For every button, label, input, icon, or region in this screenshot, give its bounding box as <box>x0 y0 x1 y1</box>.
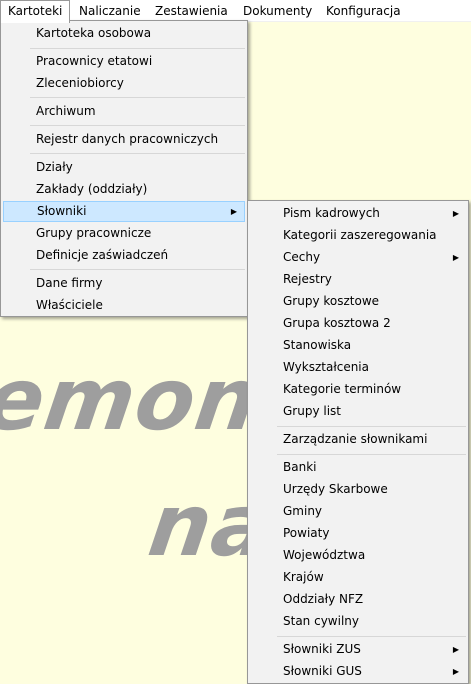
menu-item-rejestr-danych[interactable]: Rejestr danych pracowniczych <box>3 129 245 150</box>
menu-item-pracownicy-etatowi[interactable]: Pracownicy etatowi <box>3 51 245 72</box>
menu-item-definicje-zaswiadczen[interactable]: Definicje zaświadczeń <box>3 245 245 266</box>
menu-separator <box>30 269 245 270</box>
menu-item-pism-kadrowych[interactable]: Pism kadrowych ▶ <box>250 203 466 224</box>
menu-item-oddzialy-nfz[interactable]: Oddziały NFZ <box>250 589 466 610</box>
menu-item-label: Słowniki ZUS <box>283 642 361 656</box>
menu-konfiguracja[interactable]: Konfiguracja <box>319 0 408 22</box>
menu-item-zarzadzanie-slownikami[interactable]: Zarządzanie słownikami <box>250 429 466 450</box>
menu-kartoteki[interactable]: Kartoteki <box>0 0 71 23</box>
menu-separator <box>277 454 466 455</box>
menu-item-kategorie-terminow[interactable]: Kategorie terminów <box>250 379 466 400</box>
menu-item-rejestry[interactable]: Rejestry <box>250 269 466 290</box>
menu-item-cechy[interactable]: Cechy ▶ <box>250 247 466 268</box>
menu-dokumenty[interactable]: Dokumenty <box>236 0 319 22</box>
menu-separator <box>30 97 245 98</box>
menu-item-label: Cechy <box>283 250 321 264</box>
kartoteki-dropdown: Kartoteka osobowa Pracownicy etatowi Zle… <box>0 20 248 317</box>
menu-item-label: Słowniki <box>37 204 87 218</box>
submenu-arrow-icon: ▶ <box>452 253 459 262</box>
menu-separator <box>30 153 245 154</box>
menu-item-dane-firmy[interactable]: Dane firmy <box>3 273 245 294</box>
menu-zestawienia[interactable]: Zestawienia <box>148 0 235 22</box>
menu-item-wojewodztwa[interactable]: Województwa <box>250 545 466 566</box>
menu-item-krajow[interactable]: Krajów <box>250 567 466 588</box>
menu-item-dzialy[interactable]: Działy <box>3 157 245 178</box>
menu-item-grupy-kosztowe[interactable]: Grupy kosztowe <box>250 291 466 312</box>
menu-item-label: Słowniki GUS <box>283 664 362 678</box>
submenu-arrow-icon: ▶ <box>452 209 459 218</box>
menu-item-kategorii-zaszeregowania[interactable]: Kategorii zaszeregowania <box>250 225 466 246</box>
menu-separator <box>277 636 466 637</box>
menu-item-slowniki[interactable]: Słowniki ▶ <box>3 201 245 222</box>
menu-item-zaklady[interactable]: Zakłady (oddziały) <box>3 179 245 200</box>
slowniki-submenu: Pism kadrowych ▶ Kategorii zaszeregowani… <box>247 200 469 684</box>
menu-item-archiwum[interactable]: Archiwum <box>3 101 245 122</box>
menu-item-label: Pism kadrowych <box>283 206 380 220</box>
menu-item-wlasciciele[interactable]: Właściciele <box>3 295 245 316</box>
submenu-arrow-icon: ▶ <box>230 207 237 216</box>
menu-bar: Kartoteki Naliczanie Zestawienia Dokumen… <box>0 0 471 23</box>
menu-item-zleceniobiorcy[interactable]: Zleceniobiorcy <box>3 73 245 94</box>
menu-item-grupy-pracownicze[interactable]: Grupy pracownicze <box>3 223 245 244</box>
menu-item-wyksztalcenia[interactable]: Wykształcenia <box>250 357 466 378</box>
menu-item-banki[interactable]: Banki <box>250 457 466 478</box>
menu-separator <box>30 48 245 49</box>
menu-item-gminy[interactable]: Gminy <box>250 501 466 522</box>
menu-item-urzedy-skarbowe[interactable]: Urzędy Skarbowe <box>250 479 466 500</box>
submenu-arrow-icon: ▶ <box>452 667 459 676</box>
menu-naliczanie[interactable]: Naliczanie <box>72 0 148 22</box>
menu-item-kartoteka-osobowa[interactable]: Kartoteka osobowa <box>3 23 245 44</box>
menu-separator <box>277 426 466 427</box>
menu-item-slowniki-gus[interactable]: Słowniki GUS ▶ <box>250 661 466 682</box>
submenu-arrow-icon: ▶ <box>452 645 459 654</box>
menu-item-stanowiska[interactable]: Stanowiska <box>250 335 466 356</box>
menu-item-stan-cywilny[interactable]: Stan cywilny <box>250 611 466 632</box>
menu-item-grupy-list[interactable]: Grupy list <box>250 401 466 422</box>
menu-separator <box>30 125 245 126</box>
menu-item-grupa-kosztowa-2[interactable]: Grupa kosztowa 2 <box>250 313 466 334</box>
menu-item-powiaty[interactable]: Powiaty <box>250 523 466 544</box>
menu-item-slowniki-zus[interactable]: Słowniki ZUS ▶ <box>250 639 466 660</box>
